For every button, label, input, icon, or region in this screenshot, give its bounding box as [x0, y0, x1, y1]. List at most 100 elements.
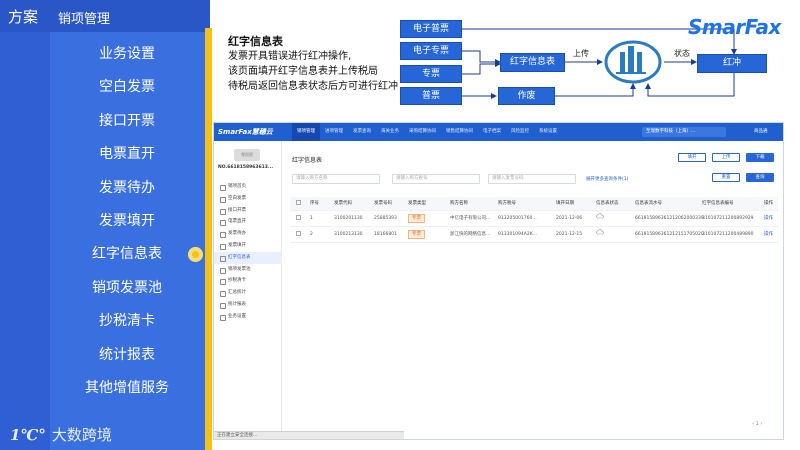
app-nav-item[interactable]: 销售结算协同 — [441, 123, 478, 141]
pagination[interactable]: ‹ 1 › — [752, 421, 762, 427]
app-main: 红字信息表 填开 上传 下载 请输入购方名称 请输入购方税号 请输入发票号码 展… — [284, 143, 783, 439]
menu-item[interactable]: 发票填开 — [52, 205, 202, 238]
row-checkbox[interactable] — [296, 227, 301, 242]
page-title: 红字信息表 — [292, 157, 323, 164]
app-nav-item[interactable]: 系统设置 — [534, 123, 562, 141]
label-upload: 上传 — [573, 49, 589, 58]
app-side-item[interactable]: 电票直开 — [214, 216, 282, 228]
app-nav-item[interactable]: 进项管理 — [320, 123, 348, 141]
table-row: 2 3100213130 18166801 专票 浙江快的网络信息... 91330109… — [290, 227, 778, 243]
app-nav-item[interactable]: 电子档案 — [478, 123, 506, 141]
box-e-special: 电子专票 — [400, 42, 462, 60]
table-cell: 310107211200489890 — [702, 232, 754, 237]
app-nav-item[interactable]: 发票查询 — [348, 123, 376, 141]
table-cell: 1 — [310, 216, 313, 221]
app-nav-item[interactable]: 销项管理 — [292, 123, 320, 141]
app-side-item[interactable]: 销项发票池 — [214, 264, 282, 276]
app-screenshot: SmarFax慧穗云 销项管理 进项管理 发票查询 海关业务 采购结算协同 销售结算协同电… — [213, 122, 784, 440]
buyer-name-input[interactable]: 请输入购方名称 — [292, 174, 380, 184]
brand-logo: 1℃° 大数跨境 — [10, 424, 112, 445]
table-cell: 中亿电子有限公司... — [450, 216, 491, 221]
label-status: 状态 — [674, 49, 690, 58]
app-nav: 销项管理 进项管理 发票查询 海关业务 采购结算协同 销售结算协同 电子档案 风险监控 系统设置 — [292, 123, 562, 141]
col-header: 操作 — [764, 201, 773, 206]
row-action-link[interactable]: 操作 — [764, 211, 773, 226]
invoice-number-input[interactable]: 请输入发票号码 — [488, 174, 576, 184]
logo-mark: 1℃° — [10, 426, 46, 444]
table-cell: 2021-12-15 — [556, 232, 583, 237]
tag-label: 专票 — [408, 230, 425, 239]
table-cell: 2 — [310, 232, 313, 237]
cloud-icon — [596, 227, 604, 242]
table-cell: 913301094A2K... — [498, 232, 537, 237]
app-nav-item[interactable]: 海关业务 — [376, 123, 404, 141]
user-menu[interactable]: 商品通 — [754, 128, 768, 134]
table-cell: 3100213130 — [334, 232, 363, 237]
status-bar: 正在建立安全连接... — [214, 431, 404, 439]
select-all-checkbox[interactable] — [296, 197, 301, 210]
smarfax-logo: SmarFax — [688, 15, 781, 39]
table-cell: 661815896361212151705020 — [635, 232, 704, 237]
org-select[interactable]: 至瑞数字科技（上海）... — [642, 127, 726, 137]
company-stamp: 零报税 — [234, 149, 260, 161]
row-checkbox[interactable] — [296, 211, 301, 226]
fill-button[interactable]: 填开 — [678, 153, 706, 162]
query-button[interactable]: 查询 — [746, 173, 774, 182]
tag-label: 专票 — [408, 214, 425, 223]
table-cell: 3100201130 — [334, 216, 363, 221]
app-side-item[interactable]: 发票待办 — [214, 228, 282, 240]
invoice-type-tag: 专票 — [408, 211, 425, 226]
table-cell: 913205001760... — [498, 216, 537, 221]
reset-button[interactable]: 重置 — [712, 173, 740, 182]
tax-number: NO.6618158963613... — [218, 165, 274, 170]
app-side-item[interactable]: 空白发票 — [214, 193, 282, 205]
col-header: 发票类型 — [408, 201, 426, 206]
invoice-type-tag: 专票 — [408, 227, 425, 242]
app-nav-item[interactable]: 风险监控 — [506, 123, 534, 141]
menu-item[interactable]: 发票待办 — [52, 172, 202, 205]
download-button[interactable]: 下载 — [746, 153, 774, 162]
red-info-table: 序号 发票代码 发票号码 发票类型 购方名称 购方税号 填开日期 信息表状态 信… — [290, 197, 778, 243]
table-cell: 18166801 — [374, 232, 397, 237]
app-topbar: SmarFax慧穗云 销项管理 进项管理 发票查询 海关业务 采购结算协同 销售结算协同电… — [214, 123, 783, 141]
logo-text: 大数跨境 — [51, 426, 112, 444]
app-nav-item[interactable]: 采购结算协同 — [404, 123, 441, 141]
row-action-link[interactable]: 操作 — [764, 227, 773, 242]
app-side-item[interactable]: 统计报表 — [214, 299, 282, 311]
table-row: 1 3100201130 25885393 专票 中亿电子有限公司... 91320500… — [290, 211, 778, 227]
cloud-icon — [596, 211, 604, 226]
app-side-item[interactable]: 销项首页 — [214, 181, 282, 193]
app-side-item[interactable]: 业务设置 — [214, 311, 282, 323]
col-header: 发票号码 — [374, 201, 392, 206]
table-cell: 浙江快的网络信息... — [450, 232, 491, 237]
buyer-tax-input[interactable]: 请输入购方税号 — [392, 174, 480, 184]
col-header: 填开日期 — [556, 201, 574, 206]
col-header: 信息表状态 — [596, 201, 619, 206]
more-filters-link[interactable]: 展开更多查询条件(1) — [586, 176, 628, 182]
menu-item[interactable]: 销项发票池 — [52, 272, 202, 305]
app-logo: SmarFax慧穗云 — [218, 128, 273, 136]
upload-button[interactable]: 上传 — [712, 153, 740, 162]
table-cell: 310107211200892929 — [702, 216, 754, 221]
slide: { "header": { "section": "方案", "title": … — [0, 0, 800, 450]
table-header: 序号 发票代码 发票号码 发票类型 购方名称 购方税号 填开日期 信息表状态 信… — [290, 197, 778, 211]
table-cell: 661815896361212062000339 — [635, 216, 704, 221]
col-header: 红字信息表编号 — [702, 201, 734, 206]
menu-item[interactable]: 电票直开 — [52, 138, 202, 171]
col-header: 购方名称 — [450, 201, 468, 206]
app-side-item[interactable]: 发票填开 — [214, 240, 282, 252]
app-side-item[interactable]: 红字信息表 — [214, 251, 282, 264]
menu-item[interactable]: 抄税清卡 — [52, 305, 202, 338]
app-side-item[interactable]: 接口开票 — [214, 205, 282, 217]
box-void: 作废 — [498, 87, 555, 105]
box-red-flush: 红冲 — [697, 54, 767, 73]
col-header: 序号 — [310, 201, 319, 206]
menu-item[interactable]: 其他增值服务 — [52, 372, 202, 405]
box-e-normal: 电子普票 — [400, 20, 462, 38]
app-sidebar-menu: 销项首页 空白发票 接口开票 电票直开 发票待办 发票填开 红字信息表 销项发票池 抄税清卡 汇总… — [214, 181, 282, 323]
app-side-item[interactable]: 抄税清卡 — [214, 275, 282, 287]
menu-item[interactable]: 红字信息表 — [52, 238, 203, 271]
table-cell: 25885393 — [374, 216, 397, 221]
menu-item[interactable]: 统计报表 — [52, 339, 202, 372]
app-side-item[interactable]: 汇总统计 — [214, 287, 282, 299]
